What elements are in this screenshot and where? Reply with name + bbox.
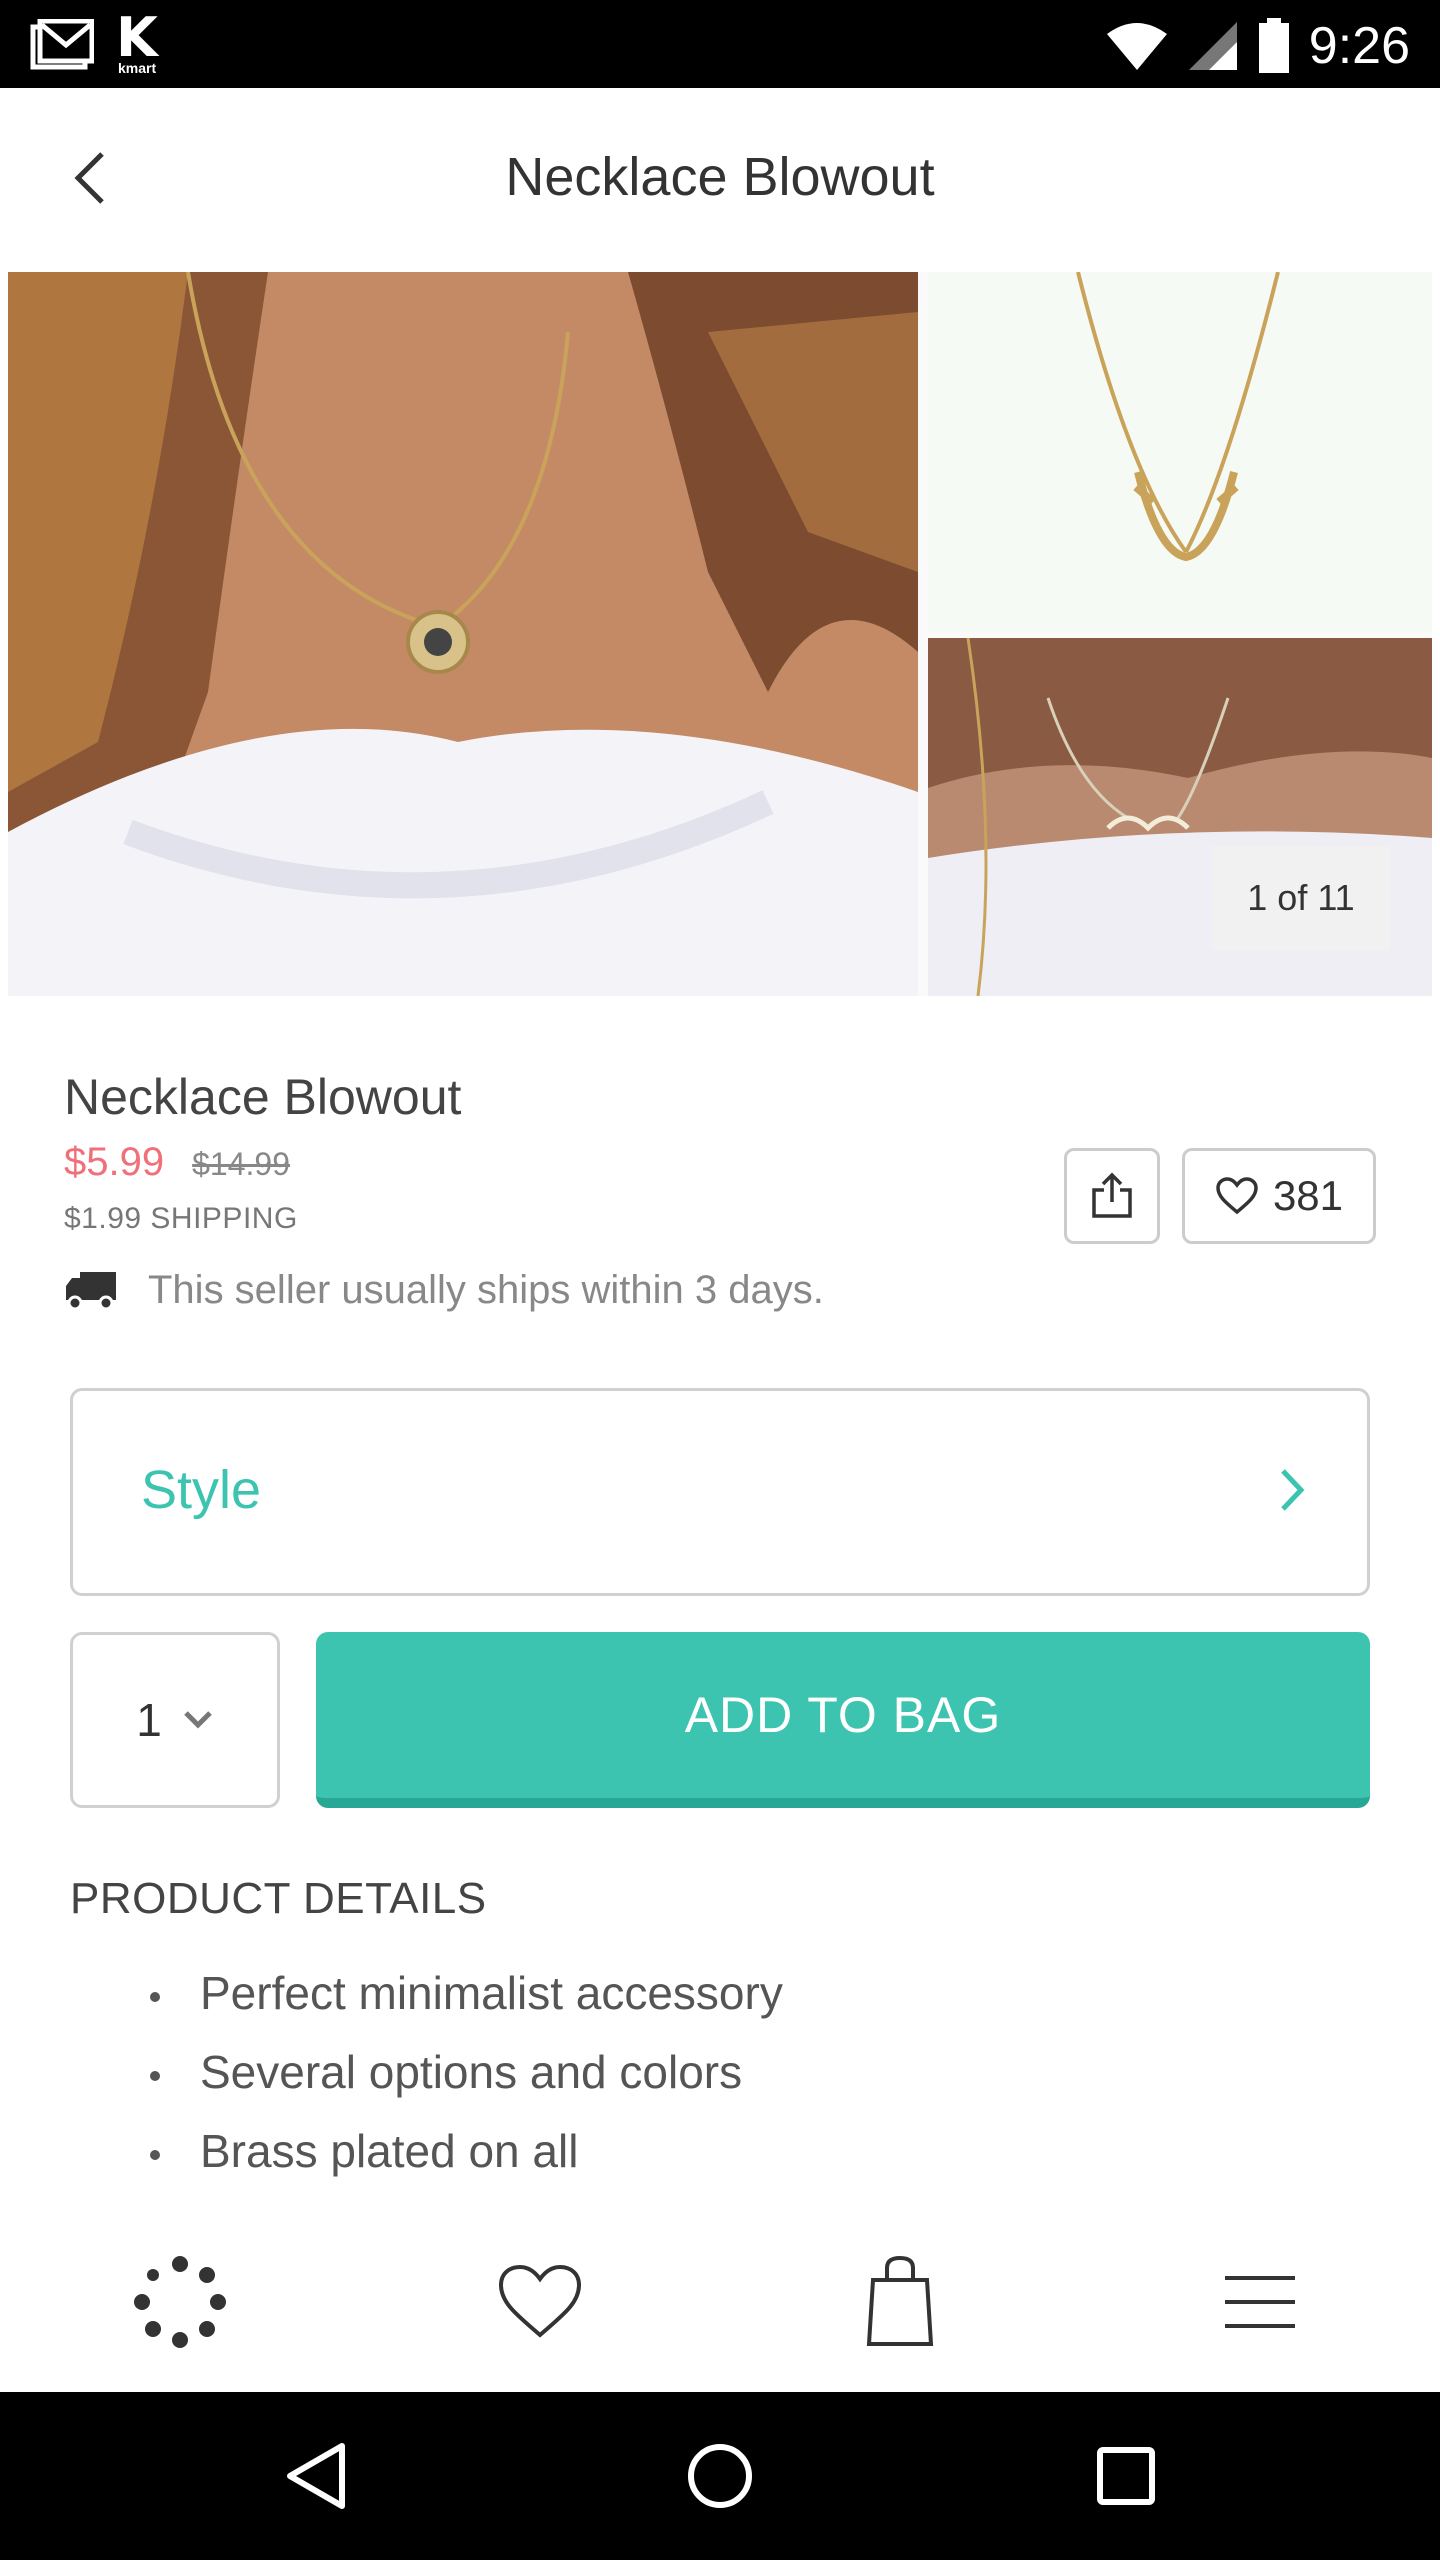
system-nav-bar <box>0 2392 1440 2560</box>
product-details-list: Perfect minimalist accessory Several opt… <box>150 1958 783 2195</box>
wifi-icon <box>1106 23 1167 70</box>
system-back-button[interactable] <box>266 2426 366 2526</box>
list-item: Perfect minimalist accessory <box>150 1958 783 2037</box>
status-bar: K kmart 9:26 <box>0 0 1440 88</box>
status-bar-right: 9:26 <box>1105 16 1410 76</box>
list-item: Brass plated on all <box>150 2116 783 2195</box>
product-name: Necklace Blowout <box>64 1069 462 1125</box>
style-selector[interactable]: Style <box>70 1388 1370 1596</box>
feed-icon <box>134 2256 226 2348</box>
sale-price: $5.99 <box>64 1140 165 1184</box>
product-photo-main[interactable] <box>8 272 918 996</box>
quantity-value: 1 <box>136 1694 162 1746</box>
shipping-note-text: This seller usually ships within 3 days. <box>148 1268 824 1312</box>
status-bar-left: K kmart <box>30 6 180 77</box>
home-circle-icon <box>688 2444 752 2508</box>
style-label: Style <box>141 1460 262 1520</box>
truck-icon <box>66 1271 116 1310</box>
chevron-right-icon <box>1281 1469 1305 1511</box>
antler-necklace-photo <box>928 272 1432 632</box>
status-time: 9:26 <box>1308 17 1410 75</box>
product-photo-antler[interactable] <box>928 272 1432 632</box>
product-image-gallery[interactable]: 1 of 11 <box>8 272 1432 996</box>
price-row: $5.99 $14.99 <box>64 1140 290 1185</box>
system-recents-button[interactable] <box>1076 2426 1176 2526</box>
wishlist-count: 381 <box>1272 1172 1344 1219</box>
tab-bag[interactable] <box>840 2252 960 2352</box>
system-home-button[interactable] <box>670 2426 770 2526</box>
share-icon <box>1092 1172 1132 1218</box>
bottom-tab-bar <box>0 2200 1440 2392</box>
shipping-cost: $1.99 SHIPPING <box>64 1202 298 1235</box>
tab-feed[interactable] <box>120 2252 240 2352</box>
photo-counter: 1 of 11 <box>1212 846 1390 950</box>
chevron-down-icon <box>184 1711 212 1729</box>
back-triangle-icon <box>287 2443 345 2509</box>
page-title: Necklace Blowout <box>505 147 935 207</box>
wishlist-button[interactable]: 381 <box>1182 1148 1376 1244</box>
signal-icon <box>1188 22 1237 70</box>
kmart-icon: K kmart <box>116 6 158 77</box>
tab-menu[interactable] <box>1200 2252 1320 2352</box>
compass-necklace-photo <box>8 272 918 996</box>
battery-icon <box>1258 18 1289 73</box>
menu-icon <box>1225 2276 1295 2328</box>
gmail-icon <box>30 19 94 70</box>
original-price: $14.99 <box>192 1146 290 1182</box>
shopping-bag-icon <box>866 2256 934 2346</box>
add-to-bag-button[interactable]: ADD TO BAG <box>316 1632 1370 1808</box>
kmart-wordmark: kmart <box>118 60 157 76</box>
list-item: Several options and colors <box>150 2037 783 2116</box>
product-details-heading: PRODUCT DETAILS <box>70 1874 487 1923</box>
quantity-select[interactable]: 1 <box>70 1632 280 1808</box>
heart-outline-icon <box>1216 1177 1258 1215</box>
recents-square-icon <box>1097 2447 1155 2505</box>
heart-icon <box>498 2264 582 2338</box>
tab-wishlist[interactable] <box>480 2252 600 2352</box>
shipping-note: This seller usually ships within 3 days. <box>64 1268 824 1313</box>
app-bar: Necklace Blowout <box>0 88 1440 266</box>
share-button[interactable] <box>1064 1148 1160 1244</box>
